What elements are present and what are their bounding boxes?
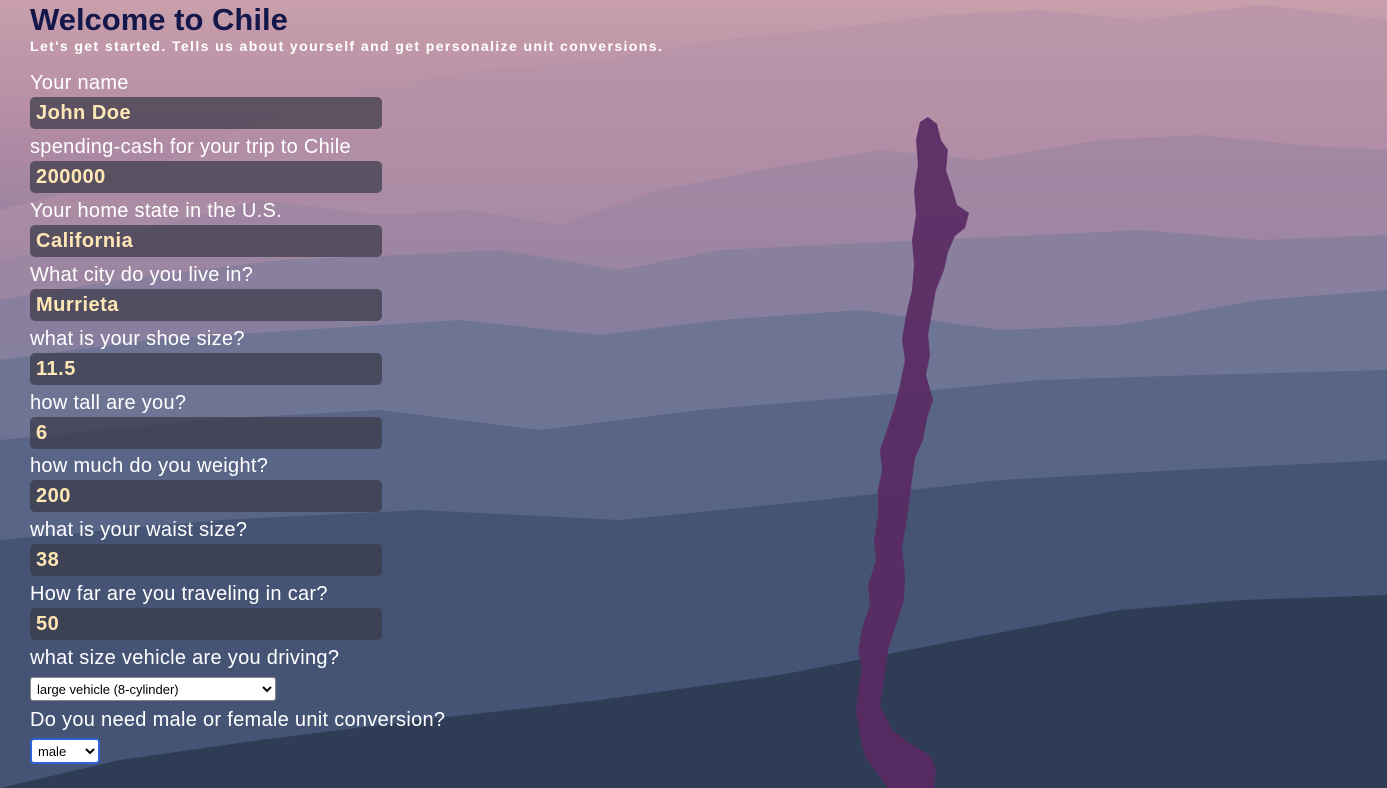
height-input[interactable]	[30, 417, 382, 449]
shoe-size-input[interactable]	[30, 353, 382, 385]
waist-size-label: what is your waist size?	[30, 519, 248, 541]
shoe-size-label: what is your shoe size?	[30, 328, 245, 350]
page-title: Welcome to Chile	[30, 2, 288, 37]
city-label: What city do you live in?	[30, 264, 254, 286]
home-state-label: Your home state in the U.S.	[30, 200, 282, 222]
vehicle-size-select[interactable]: large vehicle (8-cylinder)	[30, 677, 276, 701]
waist-size-input[interactable]	[30, 544, 382, 576]
home-state-input[interactable]	[30, 225, 382, 257]
vehicle-size-label: what size vehicle are you driving?	[30, 647, 340, 669]
conversion-sex-select[interactable]: male	[30, 738, 100, 764]
weight-label: how much do you weight?	[30, 455, 269, 477]
weight-input[interactable]	[30, 480, 382, 512]
spending-cash-input[interactable]	[30, 161, 382, 193]
spending-cash-label: spending-cash for your trip to Chile	[30, 136, 351, 158]
travel-distance-input[interactable]	[30, 608, 382, 640]
height-label: how tall are you?	[30, 392, 187, 414]
city-input[interactable]	[30, 289, 382, 321]
page-subtitle: Let's get started. Tells us about yourse…	[30, 38, 664, 54]
name-label: Your name	[30, 72, 129, 94]
conversion-sex-label: Do you need male or female unit conversi…	[30, 709, 446, 731]
name-input[interactable]	[30, 97, 382, 129]
travel-distance-label: How far are you traveling in car?	[30, 583, 328, 605]
